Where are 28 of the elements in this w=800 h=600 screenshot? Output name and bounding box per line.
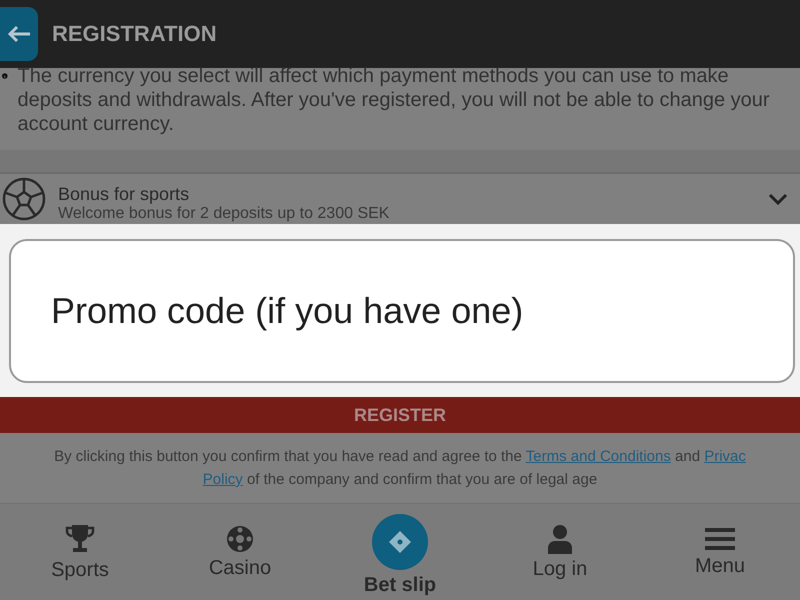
bonus-selector[interactable]: Bonus for sports Welcome bonus for 2 deposits up to 2300 SEK xyxy=(0,174,800,224)
person-icon xyxy=(547,524,573,554)
ball-icon xyxy=(226,524,254,552)
privacy-link[interactable]: Privac xyxy=(704,448,746,465)
nav-item[interactable]: Bet slip xyxy=(320,504,480,600)
terms-link[interactable]: Terms and Conditions xyxy=(526,448,671,465)
back-button[interactable] xyxy=(0,7,38,61)
terms-text: By clicking this button you confirm that you have read and agree to the Terms and Conditions and Privac Policy of the company and confirm that you are of legal age xyxy=(54,447,746,490)
nav-label: Casino xyxy=(208,556,272,580)
soccer-ball-icon xyxy=(2,177,46,221)
trophy-icon xyxy=(65,522,95,554)
nav-item[interactable]: Casino xyxy=(160,504,320,600)
currency-notice: The currency you select will affect which payment methods you can use to make deposits and withdrawals. After you've registered, you will not be able to change your account currency. xyxy=(18,64,771,137)
register-button[interactable]: REGISTER xyxy=(0,397,800,433)
promo-code-field[interactable]: Promo code (if you have one) xyxy=(9,238,795,382)
nav-item[interactable]: Sports xyxy=(0,504,160,600)
nav-item[interactable]: Menu xyxy=(640,504,800,600)
bonus-subtitle: Welcome bonus for 2 deposits up to 2300 SEK xyxy=(58,204,390,222)
bonus-title: Bonus for sports xyxy=(58,184,190,204)
nav-label: Sports xyxy=(51,558,109,582)
privacy-link[interactable]: Policy xyxy=(202,471,243,488)
back-arrow-icon xyxy=(6,24,32,44)
nav-label: Menu xyxy=(694,554,746,578)
nav-item[interactable]: Log in xyxy=(480,504,640,600)
nav-label: Bet slip xyxy=(364,574,436,596)
nav-label: Log in xyxy=(532,558,588,580)
page-title: REGISTRATION xyxy=(52,21,217,47)
menu-icon xyxy=(705,526,735,550)
